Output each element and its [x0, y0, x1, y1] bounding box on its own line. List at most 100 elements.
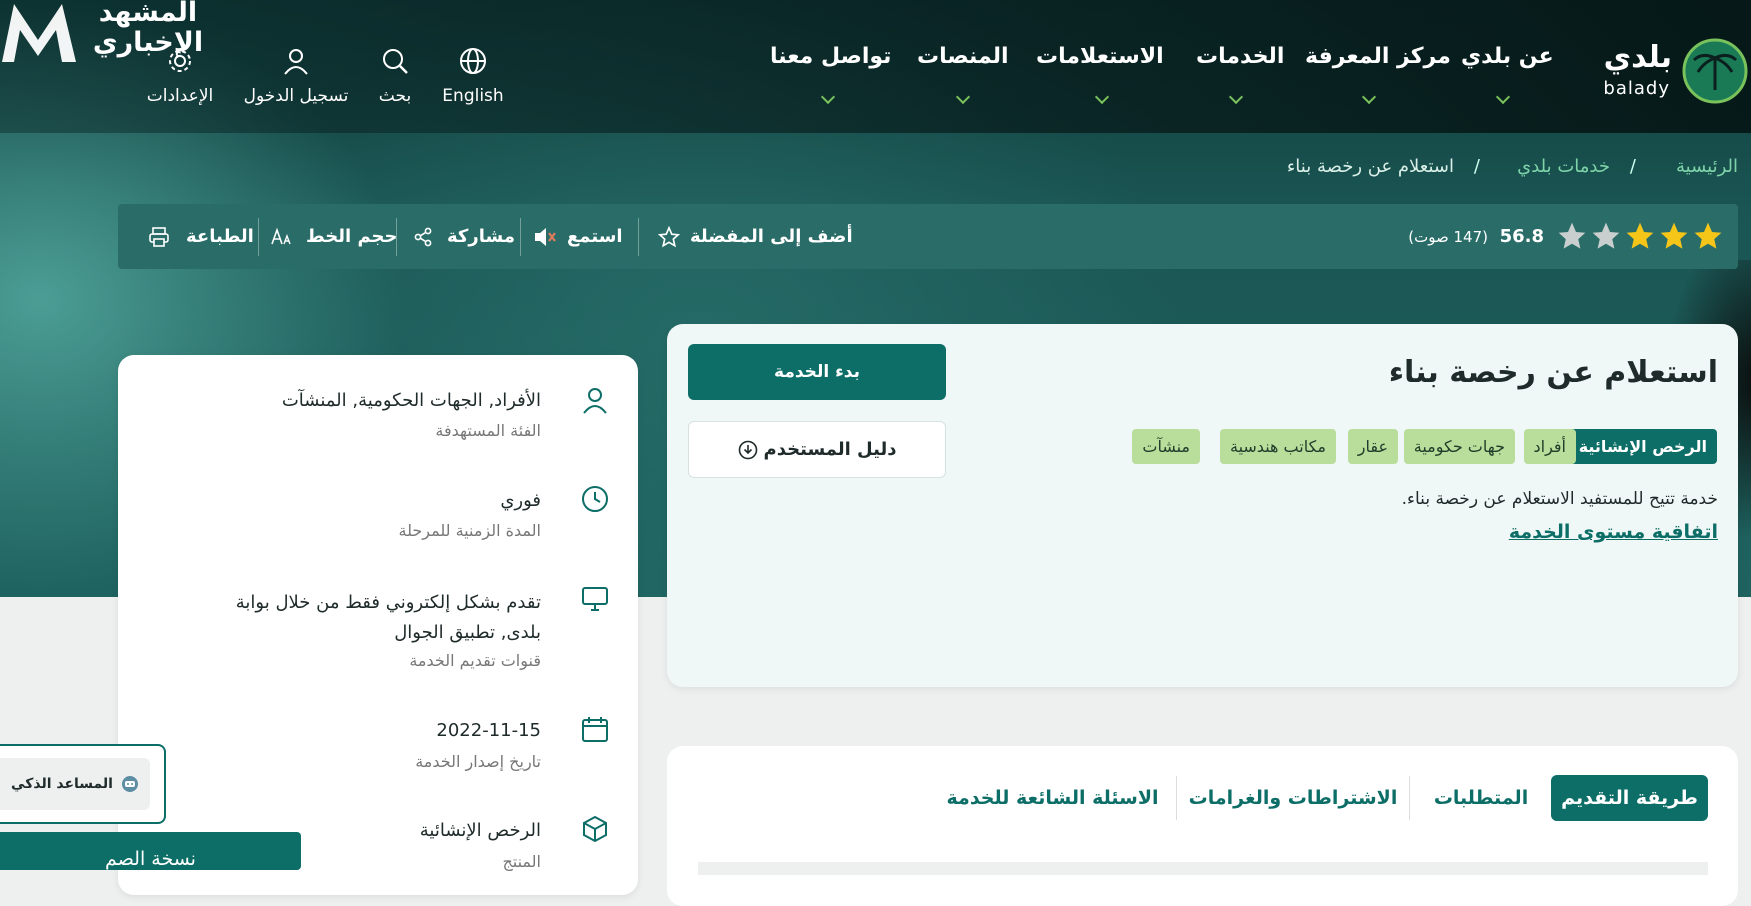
login-label: تسجيل الدخول	[243, 86, 349, 106]
star-filled-icon[interactable]	[1692, 220, 1724, 252]
tag-real-estate[interactable]: عقار	[1347, 429, 1398, 464]
info-title: تقدم بشكل إلكتروني فقط من خلال بوابة بلد…	[235, 592, 541, 643]
favorite-button[interactable]: أضف إلى المفضلة	[658, 204, 853, 269]
tab-divider	[1409, 776, 1410, 820]
listen-button[interactable]: استمع	[533, 204, 623, 269]
language-switch[interactable]: English	[436, 46, 510, 106]
watermark-m-icon	[2, 4, 76, 62]
nav-inquiries[interactable]: الاستعلامات	[1036, 44, 1164, 69]
service-title: استعلام عن رخصة بناء	[1388, 355, 1718, 390]
chevron-down-icon[interactable]	[822, 92, 834, 104]
language-label: English	[442, 86, 504, 106]
chevron-down-icon[interactable]	[1363, 92, 1375, 104]
speaker-muted-icon	[535, 227, 556, 246]
info-subtitle: قنوات تقديم الخدمة	[409, 651, 541, 670]
tab-divider	[1176, 776, 1177, 820]
info-title: الأفراد, الجهات الحكومية, المنشآت	[281, 390, 541, 411]
info-title: 2022-11-15	[436, 720, 541, 741]
tag-government[interactable]: جهات حكومية	[1403, 429, 1515, 464]
printer-icon	[149, 226, 169, 247]
chevron-down-icon[interactable]	[1497, 92, 1509, 104]
print-button[interactable]: الطباعة	[148, 204, 254, 269]
breadcrumb-services[interactable]: خدمات بلدي	[1517, 156, 1610, 177]
start-service-button[interactable]: بدء الخدمة	[688, 344, 946, 400]
search-icon	[383, 49, 408, 74]
smart-assistant-label: المساعد الذكي	[11, 776, 113, 792]
monitor-icon	[582, 587, 608, 611]
page-toolbar: 56.8 (147 صوت) أضف إلى المفضلة استمع مشا…	[118, 204, 1738, 269]
logo-english: balady	[1603, 78, 1670, 99]
settings-label: الإعدادات	[146, 86, 214, 106]
star-filled-icon[interactable]	[1624, 220, 1656, 252]
tag-construction-licenses[interactable]: الرخص الإنشائية	[1568, 429, 1717, 464]
calendar-icon	[582, 717, 608, 742]
tab-requirements[interactable]: المتطلبات	[1420, 775, 1542, 821]
share-button[interactable]: مشاركة	[413, 204, 515, 269]
user-guide-label: دليل المستخدم	[763, 439, 897, 460]
nav-platforms[interactable]: المنصات	[917, 44, 1009, 69]
globe-icon	[460, 48, 486, 74]
tag-engineering-offices[interactable]: مكاتب هندسية	[1219, 429, 1336, 464]
user-icon	[583, 388, 607, 414]
toolbar-divider	[258, 218, 259, 256]
tag-establishments[interactable]: منشآت	[1132, 429, 1200, 464]
share-icon	[414, 227, 432, 246]
deaf-version-button[interactable]: نسخة الصم	[0, 832, 301, 870]
tab-conditions-fines[interactable]: الاشتراطات والغرامات	[1188, 775, 1398, 821]
breadcrumb-home[interactable]: الرئيسية	[1676, 156, 1738, 177]
watermark-logo: المشهد الإخباري	[0, 0, 210, 68]
user-guide-button[interactable]: دليل المستخدم	[688, 421, 946, 478]
font-size-label: حجم الخط	[306, 226, 398, 247]
toolbar-divider	[520, 218, 521, 256]
info-title: فوري	[500, 490, 541, 511]
palm-logo-icon	[1682, 38, 1748, 104]
listen-label: استمع	[567, 226, 623, 247]
clock-icon	[582, 486, 608, 512]
chevron-down-icon[interactable]	[1230, 92, 1242, 104]
info-title: الرخص الإنشائية	[419, 820, 541, 841]
favorite-label: أضف إلى المفضلة	[690, 226, 853, 247]
breadcrumb-current: استعلام عن رخصة بناء	[1286, 156, 1454, 177]
nav-knowledge-center[interactable]: مركز المعرفة	[1305, 44, 1451, 69]
info-subtitle: تاريخ إصدار الخدمة	[415, 752, 541, 771]
service-tabs-card	[667, 746, 1738, 906]
rating-stars[interactable]	[1556, 220, 1724, 254]
share-label: مشاركة	[447, 226, 515, 247]
star-outline-icon	[658, 225, 680, 247]
tab-content-area	[698, 862, 1708, 875]
tab-faq[interactable]: الاسئلة الشائعة للخدمة	[940, 775, 1165, 821]
nav-contact[interactable]: تواصل معنا	[770, 44, 891, 69]
star-empty-icon[interactable]	[1556, 220, 1588, 252]
login-button[interactable]: تسجيل الدخول	[240, 46, 352, 106]
font-size-icon	[271, 227, 291, 244]
user-icon	[284, 49, 308, 75]
bot-icon	[121, 776, 138, 792]
search-button[interactable]: بحث	[370, 46, 420, 106]
logo-arabic: بلدي	[1603, 40, 1672, 75]
box-icon	[583, 815, 607, 843]
nav-about[interactable]: عن بلدي	[1461, 44, 1554, 69]
toolbar-divider	[638, 218, 639, 256]
info-subtitle: المنتج	[502, 852, 541, 871]
star-filled-icon[interactable]	[1658, 220, 1690, 252]
star-empty-icon[interactable]	[1590, 220, 1622, 252]
smart-assistant-button[interactable]: المساعد الذكي	[0, 758, 150, 810]
rating-votes: (147 صوت)	[1408, 227, 1488, 246]
breadcrumb-separator: /	[1629, 156, 1636, 177]
tag-individuals[interactable]: أفراد	[1523, 429, 1576, 464]
chevron-down-icon[interactable]	[957, 92, 969, 104]
chevron-down-icon[interactable]	[1096, 92, 1108, 104]
info-subtitle: المدة الزمنية للمرحلة	[398, 521, 542, 540]
smart-assistant-widget[interactable]: المساعد الذكي	[0, 744, 166, 824]
info-subtitle: الفئة المستهدفة	[435, 421, 541, 440]
balady-logo[interactable]: بلدي balady	[1590, 38, 1748, 104]
download-icon	[738, 440, 757, 459]
service-description: خدمة تتيح للمستفيد الاستعلام عن رخصة بنا…	[1401, 489, 1718, 509]
deaf-version-label: نسخة الصم	[105, 848, 196, 870]
print-label: الطباعة	[186, 226, 254, 247]
nav-services[interactable]: الخدمات	[1196, 44, 1284, 69]
tab-application-method[interactable]: طريقة التقديم	[1551, 775, 1708, 821]
search-label: بحث	[378, 86, 412, 106]
sla-link[interactable]: اتفاقية مستوى الخدمة	[1509, 521, 1718, 543]
font-size-button[interactable]: حجم الخط	[270, 204, 398, 269]
